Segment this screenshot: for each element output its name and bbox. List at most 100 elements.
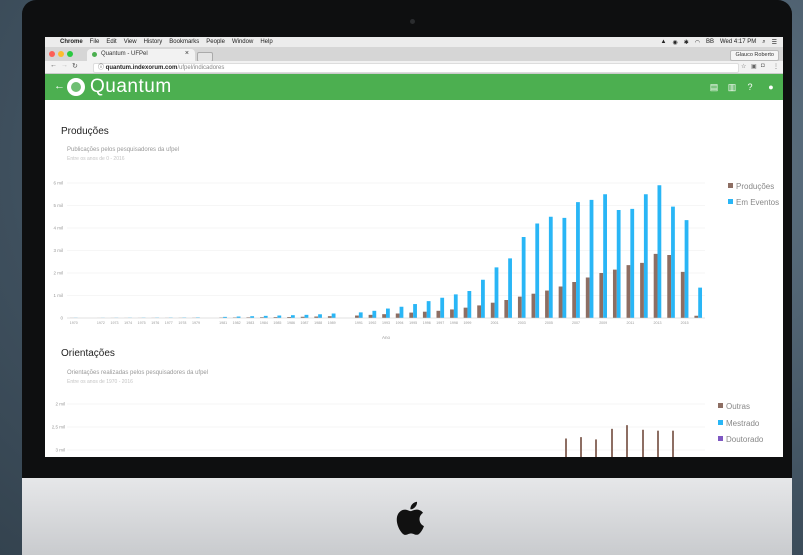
notification-center-icon[interactable]: ☰ xyxy=(772,39,777,46)
bluetooth-icon[interactable]: ✱ xyxy=(684,39,689,46)
bar-em-eventos xyxy=(358,312,363,318)
wifi-icon[interactable]: ◠ xyxy=(695,39,700,46)
extension-icon[interactable]: ▣ xyxy=(751,63,757,70)
x-axis-label: Ano xyxy=(382,335,391,340)
x-tick-label: 2003 xyxy=(518,321,526,325)
building-icon[interactable]: ▥ xyxy=(727,82,737,92)
extension-icon[interactable]: ◘ xyxy=(761,63,765,69)
back-arrow-icon[interactable]: ← xyxy=(54,80,65,92)
y-tick-label: 2 mil xyxy=(55,402,65,407)
bookmark-star-icon[interactable]: ☆ xyxy=(741,63,746,70)
menu-window[interactable]: Window xyxy=(232,39,253,45)
bar-em-eventos xyxy=(386,308,390,318)
bar-em-eventos xyxy=(657,185,662,318)
screen: Chrome File Edit View History Bookmarks … xyxy=(45,37,783,457)
menu-view[interactable]: View xyxy=(124,39,137,45)
url-host: quantum.indexorum.com xyxy=(105,65,178,71)
bar-em-eventos xyxy=(304,314,309,318)
bar-em-eventos xyxy=(440,297,445,318)
bar-outras xyxy=(626,425,628,457)
bar-em-eventos xyxy=(643,194,648,318)
menu-help[interactable]: Help xyxy=(260,39,272,45)
bar-producoes xyxy=(612,269,617,318)
menu-app-name[interactable]: Chrome xyxy=(60,39,83,45)
bar-producoes xyxy=(382,314,386,318)
x-tick-label: 1972 xyxy=(97,321,105,325)
profile-button[interactable]: Glauco Roberto xyxy=(730,50,779,61)
window-minimize-icon[interactable] xyxy=(58,51,64,57)
legend-outras[interactable]: Outras xyxy=(726,402,750,411)
y-tick-label: 4 mil xyxy=(53,226,63,231)
bar-em-eventos xyxy=(562,217,567,318)
bar-outras xyxy=(611,428,613,457)
x-tick-label: 1988 xyxy=(314,321,322,325)
bar-producoes xyxy=(490,302,495,318)
x-tick-label: 1993 xyxy=(382,321,390,325)
bar-em-eventos xyxy=(277,315,282,318)
bar-em-eventos xyxy=(684,220,689,318)
clock[interactable]: Wed 4:17 PM xyxy=(720,39,756,45)
producoes-chart: 0 1 mil 2 mil 3 mil 4 mil 5 mil 6 mil 1970 1972 1… xyxy=(53,181,705,340)
menu-bookmarks[interactable]: Bookmarks xyxy=(169,39,199,45)
browser-toolbar: ← → ↻ ⓘ quantum.indexorum.com/ufpel/indi… xyxy=(45,61,783,74)
bar-em-eventos xyxy=(616,210,621,318)
bar-outras xyxy=(657,430,659,457)
legend-producoes[interactable]: Produções xyxy=(736,182,774,191)
menu-edit[interactable]: Edit xyxy=(106,39,116,45)
x-tick-label: 1992 xyxy=(368,321,376,325)
bar-em-eventos xyxy=(521,237,526,318)
legend-em-eventos[interactable]: Em Eventos xyxy=(736,198,779,207)
legend-swatch-producoes xyxy=(728,183,733,188)
reload-icon[interactable]: ↻ xyxy=(72,62,78,70)
bar-producoes xyxy=(517,296,522,318)
x-tick-label: 1978 xyxy=(178,321,186,325)
help-icon[interactable]: ? xyxy=(745,82,755,92)
bar-em-eventos xyxy=(535,223,540,318)
x-tick-label: 1994 xyxy=(396,321,404,325)
chart-icon[interactable]: ▤ xyxy=(709,82,719,92)
account-icon[interactable]: ● xyxy=(766,82,776,92)
x-tick-label: 2011 xyxy=(626,321,634,325)
menu-people[interactable]: People xyxy=(206,39,225,45)
bar-em-eventos xyxy=(331,313,336,318)
x-tick-label: 1987 xyxy=(301,321,309,325)
favicon-icon xyxy=(92,52,97,57)
y-tick-label: 2,5 mil xyxy=(52,425,65,430)
bar-em-eventos xyxy=(263,315,268,318)
menu-file[interactable]: File xyxy=(90,39,100,45)
apple-logo-icon xyxy=(396,501,424,535)
x-tick-label: 1979 xyxy=(192,321,200,325)
window-close-icon[interactable] xyxy=(49,51,55,57)
legend-mestrado[interactable]: Mestrado xyxy=(726,419,759,428)
window-zoom-icon[interactable] xyxy=(67,51,73,57)
bar-producoes xyxy=(558,286,563,318)
bar-producoes xyxy=(409,312,414,318)
menu-history[interactable]: History xyxy=(144,39,163,45)
bar-producoes xyxy=(680,271,685,318)
app-title: Quantum xyxy=(90,76,172,97)
legend-doutorado[interactable]: Doutorado xyxy=(726,435,763,444)
bar-producoes xyxy=(477,305,482,318)
battery-indicator[interactable]: BB xyxy=(706,39,714,45)
forward-icon[interactable]: → xyxy=(61,62,68,69)
x-tick-label: 2015 xyxy=(681,321,689,325)
bar-outras xyxy=(595,439,597,457)
bar-producoes xyxy=(599,273,604,318)
bar-em-eventos xyxy=(481,279,485,318)
dropbox-icon[interactable]: ▲ xyxy=(660,39,666,45)
chrome-menu-icon[interactable]: ⋮ xyxy=(773,63,779,70)
browser-tab[interactable]: Quantum - UFPel × xyxy=(87,49,195,61)
x-tick-label: 1985 xyxy=(273,321,281,325)
bar-em-eventos xyxy=(290,315,295,318)
sync-icon[interactable]: ◉ xyxy=(672,39,677,46)
bar-producoes xyxy=(436,310,441,318)
tab-close-icon[interactable]: × xyxy=(185,50,189,57)
x-tick-label: 1998 xyxy=(450,321,458,325)
bar-producoes xyxy=(368,314,373,318)
bar-outras xyxy=(580,437,582,457)
address-bar[interactable]: ⓘ quantum.indexorum.com/ufpel/indicadore… xyxy=(93,63,739,73)
bar-producoes xyxy=(450,309,454,318)
x-tick-label: 1995 xyxy=(409,321,417,325)
spotlight-icon[interactable]: ⌕ xyxy=(762,39,765,46)
back-icon[interactable]: ← xyxy=(50,62,57,69)
